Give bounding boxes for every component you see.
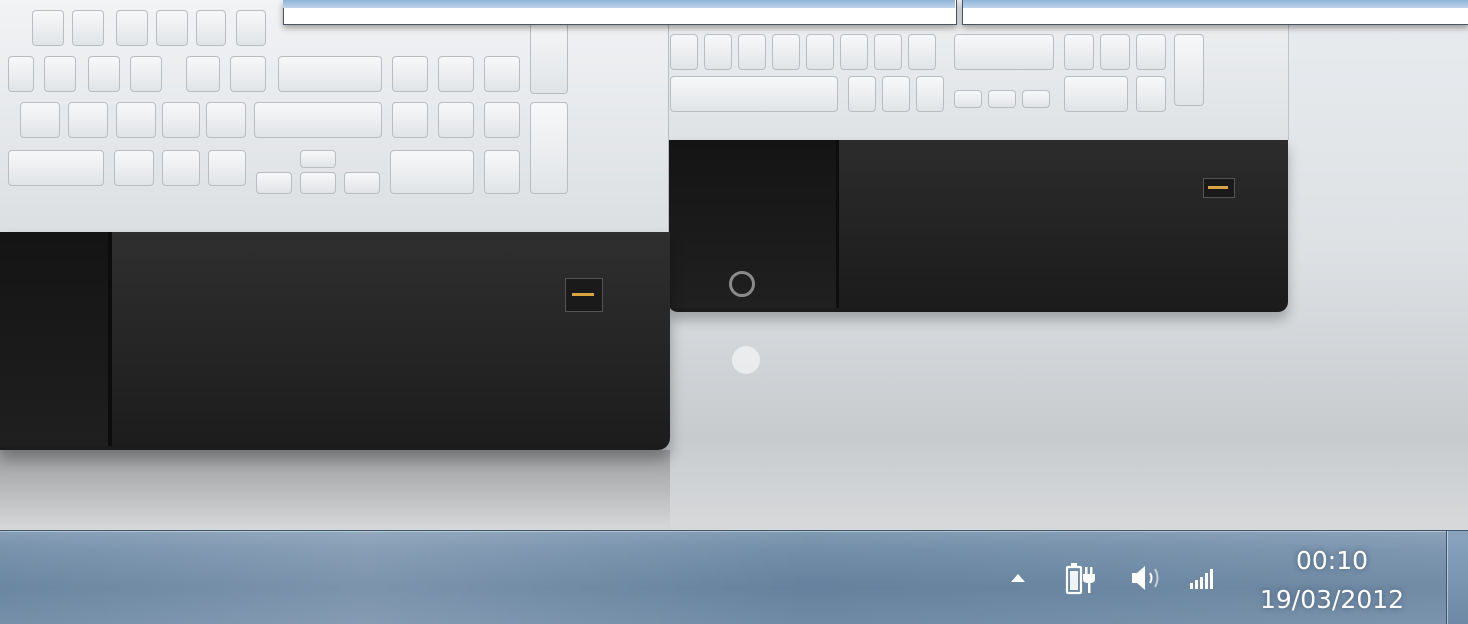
wallpaper-key [1022, 90, 1050, 108]
wallpaper-key [196, 10, 226, 46]
wallpaper-key [186, 56, 220, 92]
network-tray-button[interactable] [1186, 561, 1222, 595]
wallpaper-key [772, 34, 800, 70]
wallpaper-key [300, 172, 336, 194]
wallpaper-reflection [0, 450, 670, 530]
wallpaper-key [208, 150, 246, 186]
wallpaper-key [882, 76, 910, 112]
power-plug-icon [1065, 563, 1095, 595]
wallpaper-key [954, 90, 982, 108]
wallpaper-key [438, 56, 474, 92]
wallpaper-key [278, 56, 382, 92]
wallpaper-key [162, 150, 200, 186]
triangle-up-icon [1011, 574, 1025, 582]
wallpaper-key [230, 56, 266, 92]
desktop-wallpaper [0, 0, 1468, 530]
wallpaper-key [916, 76, 944, 112]
wallpaper-key [256, 172, 292, 194]
wallpaper-key [114, 150, 154, 186]
wallpaper-key [1064, 34, 1094, 70]
wallpaper-key [908, 34, 936, 70]
wallpaper-key [484, 102, 520, 138]
wallpaper-key [390, 150, 474, 194]
wallpaper-fingerprint-reader [1203, 178, 1235, 198]
window-bottom-edge[interactable] [283, 0, 957, 25]
wallpaper-key [254, 102, 382, 138]
wallpaper-key [988, 90, 1016, 108]
wallpaper-key [484, 150, 520, 194]
wallpaper-key [130, 56, 162, 92]
taskbar-clock[interactable]: 00:10 19/03/2012 [1238, 541, 1426, 621]
wallpaper-key [738, 34, 766, 70]
wallpaper-key [392, 102, 428, 138]
wallpaper-fingerprint-reader [565, 278, 603, 312]
wallpaper-key [116, 10, 148, 46]
wallpaper-key [1136, 76, 1166, 112]
taskbar: 00:10 19/03/2012 [0, 530, 1468, 624]
wallpaper-key [1174, 34, 1204, 106]
wallpaper-key [670, 34, 698, 70]
window-bottom-edge[interactable] [962, 0, 1468, 25]
wallpaper-key [300, 150, 336, 168]
wallpaper-key [236, 10, 266, 46]
wallpaper-key [206, 102, 246, 138]
wallpaper-key [156, 10, 188, 46]
wallpaper-key [88, 56, 120, 92]
wallpaper-key [116, 102, 156, 138]
wallpaper-key [162, 102, 200, 138]
show-desktop-button[interactable] [1446, 531, 1468, 624]
wallpaper-key [68, 102, 108, 138]
wallpaper-key [8, 150, 104, 186]
wallpaper-laptop-front-touchpad [0, 232, 112, 446]
volume-tray-button[interactable] [1126, 561, 1166, 595]
notification-area: 00:10 19/03/2012 [990, 531, 1420, 624]
signal-bars-icon [1190, 569, 1213, 589]
wallpaper-key [32, 10, 64, 46]
show-hidden-icons-button[interactable] [1006, 561, 1030, 595]
power-tray-button[interactable] [1062, 561, 1098, 595]
wallpaper-key [392, 56, 428, 92]
wallpaper-key [1100, 34, 1130, 70]
wallpaper-laptop-back-power-button [729, 271, 755, 297]
wallpaper-key [874, 34, 902, 70]
clock-date: 19/03/2012 [1259, 585, 1405, 614]
wallpaper-key [704, 34, 732, 70]
wallpaper-key [344, 172, 380, 194]
clock-time: 00:10 [1295, 546, 1369, 575]
wallpaper-key [438, 102, 474, 138]
wallpaper-reflection [732, 346, 760, 374]
wallpaper-key [72, 10, 104, 46]
wallpaper-laptop-front-deck [0, 0, 669, 232]
wallpaper-key [1136, 34, 1166, 70]
wallpaper-key [848, 76, 876, 112]
wallpaper-key [8, 56, 34, 92]
wallpaper-key [954, 34, 1054, 70]
wallpaper-key [1064, 76, 1128, 112]
wallpaper-key [806, 34, 834, 70]
wallpaper-key [44, 56, 76, 92]
wallpaper-key [670, 76, 838, 112]
wallpaper-key [840, 34, 868, 70]
desktop-screen: 00:10 19/03/2012 [0, 0, 1468, 624]
speaker-icon [1132, 566, 1159, 590]
wallpaper-key [484, 56, 520, 92]
wallpaper-key [530, 14, 568, 94]
wallpaper-key [20, 102, 60, 138]
wallpaper-key [530, 102, 568, 194]
